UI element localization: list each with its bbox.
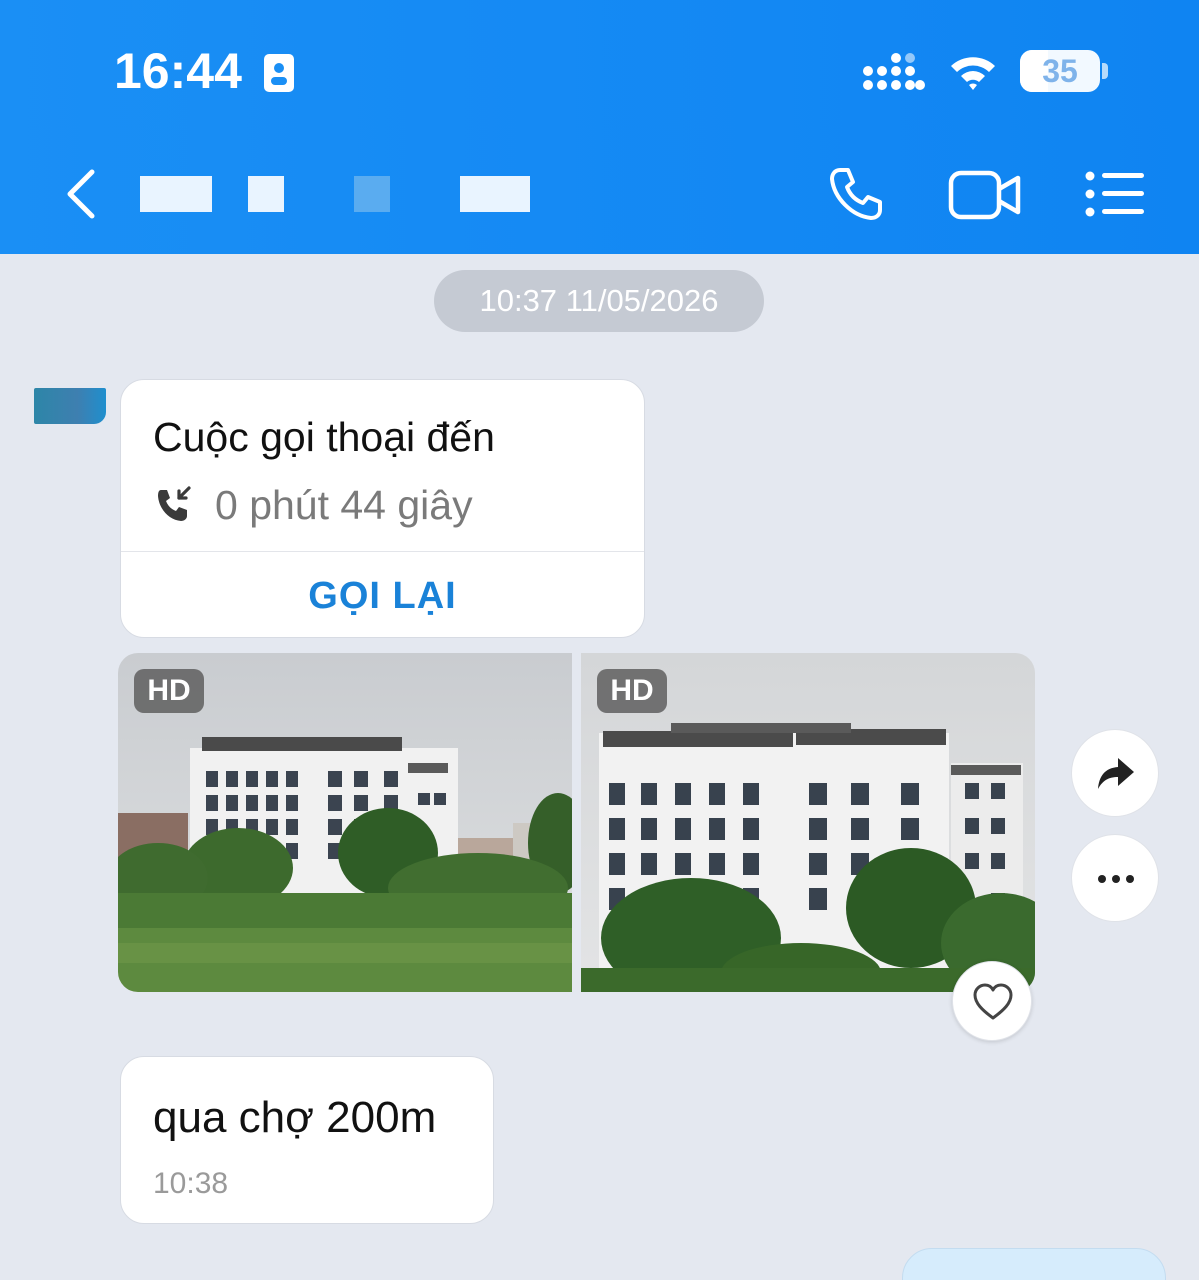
- incoming-call-icon: [158, 486, 191, 521]
- redaction-block: [460, 176, 530, 212]
- wifi-icon: [951, 57, 995, 90]
- react-heart-button[interactable]: [952, 961, 1032, 1041]
- phone-call-icon[interactable]: [826, 164, 886, 224]
- chat-header: 16:44 35: [0, 0, 1199, 254]
- signal-icon: [863, 53, 925, 90]
- back-icon[interactable]: [60, 168, 100, 220]
- share-arrow-icon: [1098, 758, 1134, 789]
- share-button[interactable]: [1071, 729, 1159, 817]
- avatar[interactable]: [34, 388, 106, 424]
- call-title: Cuộc gọi thoại đến: [153, 414, 495, 460]
- heart-icon: [973, 983, 1013, 1020]
- message-time: 10:38: [153, 1167, 229, 1200]
- date-separator: 10:37 11/05/2026: [434, 270, 764, 332]
- more-options-button[interactable]: [1071, 834, 1159, 922]
- menu-list-icon[interactable]: [1084, 168, 1146, 220]
- battery-cap: [1102, 63, 1108, 79]
- more-dots-icon: [1098, 875, 1134, 883]
- battery-level: 35: [1042, 53, 1078, 89]
- call-back-button[interactable]: GỌI LẠI: [121, 552, 644, 638]
- photo-attachment[interactable]: HD: [581, 653, 1035, 992]
- call-log-card: Cuộc gọi thoại đến 0 phút 44 giây GỌI LẠ…: [120, 379, 645, 638]
- redaction-block: [140, 176, 212, 212]
- video-call-icon[interactable]: [948, 168, 1022, 222]
- hd-badge: HD: [134, 669, 204, 713]
- hd-badge: HD: [597, 669, 667, 713]
- message-text: qua chợ 200m: [153, 1093, 437, 1142]
- photo-attachment[interactable]: HD: [118, 653, 572, 992]
- redaction-block: [248, 176, 284, 212]
- battery-icon: 35: [1020, 50, 1100, 92]
- message-bubble[interactable]: qua chợ 200m 10:38: [120, 1056, 494, 1224]
- redaction-block: [354, 176, 390, 212]
- outgoing-message-bubble[interactable]: [902, 1248, 1166, 1280]
- id-card-icon: [264, 54, 294, 92]
- status-time: 16:44: [114, 43, 242, 99]
- call-duration: 0 phút 44 giây: [215, 482, 473, 528]
- contact-name-redacted[interactable]: [140, 176, 540, 212]
